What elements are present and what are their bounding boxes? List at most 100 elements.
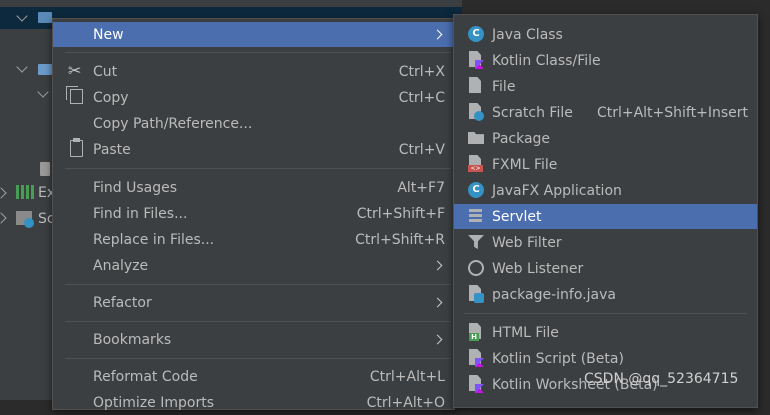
- menu-item-label: Replace in Files...: [93, 231, 215, 248]
- menu-item-find-usages[interactable]: Find Usages Alt+F7: [53, 175, 454, 200]
- menu-item-replace-in-files[interactable]: Replace in Files... Ctrl+Shift+R: [53, 227, 454, 252]
- context-menu: New ✂ Cut Ctrl+X Copy Ctrl+C Copy Path/R…: [52, 18, 455, 411]
- shortcut-label: Alt+F7: [397, 179, 445, 196]
- shortcut-label: Ctrl+Alt+Shift+Insert: [596, 104, 748, 121]
- menu-item-bookmarks[interactable]: Bookmarks: [53, 327, 454, 352]
- scissors-icon: ✂: [68, 61, 82, 80]
- shortcut-label: Ctrl+Shift+R: [355, 231, 445, 248]
- submenu-item-html-file[interactable]: H HTML File: [454, 320, 757, 345]
- menu-item-label: New: [93, 26, 124, 43]
- menu-separator: [65, 284, 450, 285]
- submenu-item-label: Package: [492, 130, 551, 147]
- submenu-item-package[interactable]: Package: [454, 126, 757, 151]
- menu-item-cut[interactable]: ✂ Cut Ctrl+X: [53, 59, 454, 84]
- submenu-item-label: Web Filter: [492, 234, 562, 251]
- shortcut-label: Ctrl+V: [398, 141, 445, 158]
- shortcut-label: Ctrl+X: [398, 63, 445, 80]
- menu-item-new[interactable]: New: [53, 22, 454, 47]
- chevron-down-icon[interactable]: [37, 86, 49, 98]
- clock-icon: [24, 218, 34, 228]
- submenu-item-label: Web Listener: [492, 260, 584, 277]
- menu-item-label: Analyze: [93, 257, 149, 274]
- external-libraries-icon: [16, 185, 34, 199]
- menu-item-label: Reformat Code: [93, 368, 198, 385]
- submenu-item-label: HTML File: [492, 324, 559, 341]
- submenu-item-scratch-file[interactable]: Scratch File Ctrl+Alt+Shift+Insert: [454, 100, 757, 125]
- chevron-down-icon[interactable]: [16, 61, 28, 73]
- package-folder-icon: [468, 132, 484, 144]
- submenu-item-javafx-application[interactable]: C JavaFX Application: [454, 178, 757, 203]
- submenu-item-web-filter[interactable]: Web Filter: [454, 230, 757, 255]
- menu-item-refactor[interactable]: Refactor: [53, 290, 454, 315]
- filter-icon: [468, 235, 484, 249]
- menu-item-label: Cut: [93, 63, 118, 80]
- html-badge-icon: H: [469, 333, 479, 341]
- module-folder-icon: [38, 64, 52, 75]
- menu-item-optimize-imports[interactable]: Optimize Imports Ctrl+Alt+O: [53, 390, 454, 415]
- menu-separator: [65, 358, 450, 359]
- menu-separator: [65, 52, 450, 53]
- menu-item-label: Copy: [93, 89, 129, 106]
- submenu-item-java-class[interactable]: C Java Class: [454, 22, 757, 47]
- listener-icon: [468, 260, 484, 276]
- submenu-item-label: FXML File: [492, 156, 558, 173]
- menu-item-label: Paste: [93, 141, 131, 158]
- submenu-item-label: Kotlin Script (Beta): [492, 350, 624, 367]
- fxml-badge-icon: <>: [468, 165, 483, 172]
- submenu-item-servlet[interactable]: Servlet: [454, 204, 757, 229]
- menu-item-copy-path[interactable]: Copy Path/Reference...: [53, 111, 454, 136]
- servlet-icon: [469, 209, 482, 223]
- menu-item-label: Bookmarks: [93, 331, 172, 348]
- submenu-item-label: Java Class: [492, 26, 563, 43]
- tree-item-label[interactable]: idea: [58, 0, 88, 4]
- submenu-item-label: package-info.java: [492, 286, 616, 303]
- menu-item-reformat-code[interactable]: Reformat Code Ctrl+Alt+L: [53, 364, 454, 389]
- menu-item-paste[interactable]: Paste Ctrl+V: [53, 137, 454, 162]
- new-submenu: C Java Class Kotlin Class/File File Scra…: [453, 14, 758, 408]
- java-badge-icon: [474, 293, 484, 303]
- folder-icon: [38, 12, 52, 23]
- chevron-right-icon[interactable]: [0, 187, 7, 199]
- kotlin-badge-icon: [475, 358, 484, 367]
- submenu-arrow-icon: [432, 334, 443, 345]
- java-class-icon: C: [468, 26, 484, 42]
- clipboard-icon: [70, 138, 83, 157]
- submenu-item-label: File: [492, 78, 516, 95]
- shortcut-label: Ctrl+Alt+L: [369, 368, 445, 385]
- submenu-item-file[interactable]: File: [454, 74, 757, 99]
- submenu-item-kotlin-script[interactable]: Kotlin Script (Beta): [454, 346, 757, 371]
- submenu-item-label: Servlet: [492, 208, 542, 225]
- submenu-item-label: Scratch File: [492, 104, 573, 121]
- menu-item-label: Optimize Imports: [93, 394, 214, 411]
- menu-separator: [65, 321, 450, 322]
- file-icon: [469, 77, 481, 93]
- menu-item-label: Find Usages: [93, 179, 178, 196]
- shortcut-label: Ctrl+Shift+F: [356, 205, 445, 222]
- kotlin-badge-icon: [475, 60, 484, 69]
- menu-item-label: Refactor: [93, 294, 152, 311]
- copy-icon: [66, 86, 83, 104]
- clock-icon: [474, 111, 484, 121]
- chevron-down-icon[interactable]: [16, 10, 28, 22]
- menu-item-label: Find in Files...: [93, 205, 188, 222]
- kotlin-badge-icon: [475, 384, 484, 393]
- submenu-item-web-listener[interactable]: Web Listener: [454, 256, 757, 281]
- javafx-class-icon: C: [468, 182, 484, 198]
- shortcut-label: Ctrl+C: [398, 89, 445, 106]
- submenu-arrow-icon: [432, 29, 443, 40]
- menu-item-copy[interactable]: Copy Ctrl+C: [53, 85, 454, 110]
- menu-separator: [464, 313, 747, 314]
- menu-item-analyze[interactable]: Analyze: [53, 253, 454, 278]
- submenu-item-fxml-file[interactable]: <> FXML File: [454, 152, 757, 177]
- file-icon: [40, 162, 50, 176]
- submenu-item-kotlin-class[interactable]: Kotlin Class/File: [454, 48, 757, 73]
- shortcut-label: Ctrl+Alt+O: [366, 394, 445, 411]
- submenu-item-label: Kotlin Class/File: [492, 52, 601, 69]
- submenu-item-package-info[interactable]: package-info.java: [454, 282, 757, 307]
- menu-item-find-in-files[interactable]: Find in Files... Ctrl+Shift+F: [53, 201, 454, 226]
- submenu-arrow-icon: [432, 260, 443, 271]
- submenu-item-label: JavaFX Application: [492, 182, 622, 199]
- submenu-arrow-icon: [432, 297, 443, 308]
- chevron-right-icon[interactable]: [0, 212, 7, 224]
- menu-item-label: Copy Path/Reference...: [93, 115, 253, 132]
